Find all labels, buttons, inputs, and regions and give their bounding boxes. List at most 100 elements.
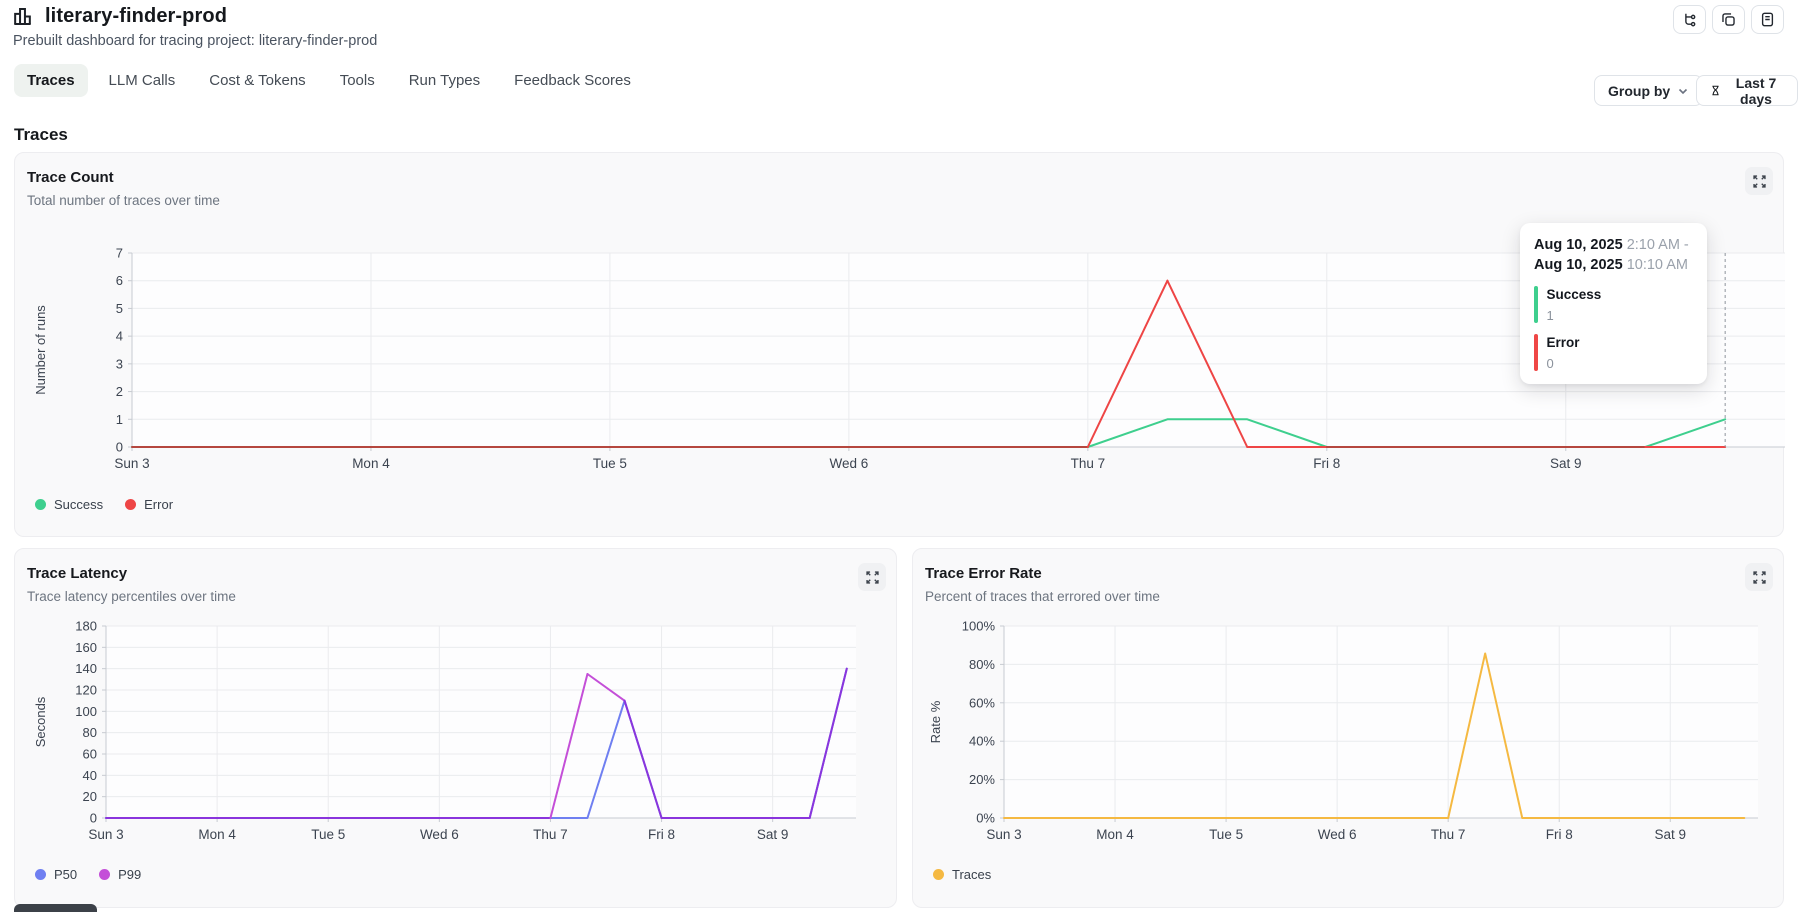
tooltip-date-to: Aug 10, 2025 bbox=[1534, 257, 1623, 273]
notes-icon bbox=[1759, 11, 1776, 28]
page-subtitle: Prebuilt dashboard for tracing project: … bbox=[13, 33, 377, 49]
svg-text:Wed 6: Wed 6 bbox=[829, 456, 868, 471]
chart-subtitle: Total number of traces over time bbox=[27, 193, 220, 208]
chart-tooltip: Aug 10, 2025 2:10 AM - Aug 10, 2025 10:1… bbox=[1520, 223, 1707, 384]
copy-button[interactable] bbox=[1712, 5, 1745, 34]
dashboard-tabs: TracesLLM CallsCost & Tokens ToolsRun Typ… bbox=[14, 64, 644, 97]
svg-text:80%: 80% bbox=[969, 657, 995, 672]
svg-text:5: 5 bbox=[116, 301, 123, 316]
svg-text:Sun 3: Sun 3 bbox=[88, 827, 123, 842]
tooltip-time-to: 10:10 AM bbox=[1627, 257, 1688, 273]
legend-item-error[interactable]: Error bbox=[125, 497, 173, 512]
svg-text:Number of runs: Number of runs bbox=[33, 305, 48, 395]
svg-text:7: 7 bbox=[116, 246, 123, 261]
chart-legend: P50 P99 bbox=[35, 867, 141, 882]
expand-button[interactable] bbox=[858, 563, 886, 591]
svg-text:Thu 7: Thu 7 bbox=[1431, 827, 1466, 842]
tooltip-date-from: Aug 10, 2025 bbox=[1534, 237, 1623, 253]
svg-text:120: 120 bbox=[75, 683, 97, 698]
trace-latency-chart[interactable]: 020406080100120140160180Sun 3Mon 4Tue 5W… bbox=[15, 604, 898, 854]
tab-tools[interactable]: Tools bbox=[327, 64, 388, 97]
chart-title: Trace Latency bbox=[27, 565, 127, 582]
svg-text:20%: 20% bbox=[969, 772, 995, 787]
svg-text:140: 140 bbox=[75, 661, 97, 676]
svg-text:3: 3 bbox=[116, 356, 123, 371]
header-actions bbox=[1673, 5, 1784, 34]
svg-text:180: 180 bbox=[75, 619, 97, 634]
legend-item-success[interactable]: Success bbox=[35, 497, 103, 512]
svg-text:4: 4 bbox=[116, 329, 123, 344]
group-by-label: Group by bbox=[1608, 83, 1670, 99]
svg-text:Tue 5: Tue 5 bbox=[1209, 827, 1243, 842]
notes-button[interactable] bbox=[1751, 5, 1784, 34]
svg-text:0: 0 bbox=[90, 811, 97, 826]
svg-text:6: 6 bbox=[116, 273, 123, 288]
tooltip-time-from: 2:10 AM - bbox=[1627, 237, 1689, 253]
svg-text:100: 100 bbox=[75, 704, 97, 719]
chart-subtitle: Percent of traces that errored over time bbox=[925, 589, 1160, 604]
group-by-button[interactable]: Group by bbox=[1594, 75, 1703, 106]
svg-text:Tue 5: Tue 5 bbox=[593, 456, 627, 471]
chart-legend: Success Error bbox=[35, 497, 173, 512]
trace-error-rate-card: Trace Error Rate Percent of traces that … bbox=[912, 548, 1784, 908]
legend-item-p50[interactable]: P50 bbox=[35, 867, 77, 882]
svg-text:Seconds: Seconds bbox=[33, 696, 48, 747]
time-range-label: Last 7 days bbox=[1728, 75, 1784, 107]
svg-text:Fri 8: Fri 8 bbox=[1313, 456, 1340, 471]
svg-text:Tue 5: Tue 5 bbox=[311, 827, 345, 842]
svg-text:Fri 8: Fri 8 bbox=[1546, 827, 1573, 842]
time-range-button[interactable]: Last 7 days bbox=[1696, 75, 1798, 106]
svg-text:40%: 40% bbox=[969, 734, 995, 749]
tab-feedback-scores[interactable]: Feedback Scores bbox=[501, 64, 644, 97]
chart-title: Trace Error Rate bbox=[925, 565, 1042, 582]
svg-text:Sun 3: Sun 3 bbox=[986, 827, 1021, 842]
svg-text:80: 80 bbox=[83, 725, 97, 740]
page-header: literary-finder-prod bbox=[12, 5, 227, 28]
svg-text:Mon 4: Mon 4 bbox=[198, 827, 236, 842]
svg-text:Wed 6: Wed 6 bbox=[420, 827, 459, 842]
svg-text:60: 60 bbox=[83, 747, 97, 762]
page-title: literary-finder-prod bbox=[45, 5, 227, 28]
trace-latency-card: Trace Latency Trace latency percentiles … bbox=[14, 548, 897, 908]
legend-item-traces[interactable]: Traces bbox=[933, 867, 991, 882]
expand-button[interactable] bbox=[1745, 167, 1773, 195]
section-title: Traces bbox=[14, 125, 68, 145]
legend-item-p99[interactable]: P99 bbox=[99, 867, 141, 882]
tree-view-button[interactable] bbox=[1673, 5, 1706, 34]
svg-text:Mon 4: Mon 4 bbox=[352, 456, 390, 471]
trace-error-rate-chart[interactable]: 0%20%40%60%80%100%Sun 3Mon 4Tue 5Wed 6Th… bbox=[913, 604, 1785, 854]
tab-cost-tokens[interactable]: Cost & Tokens bbox=[196, 64, 318, 97]
expand-icon bbox=[1752, 174, 1767, 189]
tree-icon bbox=[1681, 11, 1698, 28]
svg-text:Rate %: Rate % bbox=[928, 700, 943, 743]
expand-button[interactable] bbox=[1745, 563, 1773, 591]
chart-title: Trace Count bbox=[27, 169, 114, 186]
tooltip-series-row: Error0 bbox=[1534, 334, 1693, 371]
svg-text:0%: 0% bbox=[976, 811, 995, 826]
tab-run-types[interactable]: Run Types bbox=[396, 64, 493, 97]
svg-text:2: 2 bbox=[116, 384, 123, 399]
trace-count-card: Trace Count Total number of traces over … bbox=[14, 152, 1784, 537]
bar-chart-icon bbox=[12, 5, 35, 28]
expand-icon bbox=[1752, 570, 1767, 585]
svg-text:Sat 9: Sat 9 bbox=[1655, 827, 1687, 842]
svg-text:Wed 6: Wed 6 bbox=[1318, 827, 1357, 842]
chart-subtitle: Trace latency percentiles over time bbox=[27, 589, 236, 604]
tab-traces[interactable]: Traces bbox=[14, 64, 88, 97]
svg-text:160: 160 bbox=[75, 640, 97, 655]
svg-text:1: 1 bbox=[116, 412, 123, 427]
svg-text:40: 40 bbox=[83, 768, 97, 783]
svg-text:Thu 7: Thu 7 bbox=[1071, 456, 1106, 471]
tooltip-date-range: Aug 10, 2025 2:10 AM - Aug 10, 2025 10:1… bbox=[1534, 235, 1693, 275]
svg-text:60%: 60% bbox=[969, 695, 995, 710]
svg-text:Fri 8: Fri 8 bbox=[648, 827, 675, 842]
svg-text:0: 0 bbox=[116, 440, 123, 455]
tab-llm-calls[interactable]: LLM Calls bbox=[96, 64, 189, 97]
chart-legend: Traces bbox=[933, 867, 991, 882]
svg-text:Sat 9: Sat 9 bbox=[1550, 456, 1582, 471]
hourglass-icon bbox=[1710, 83, 1721, 98]
tooltip-series-row: Success1 bbox=[1534, 286, 1693, 323]
expand-icon bbox=[865, 570, 880, 585]
svg-text:Sat 9: Sat 9 bbox=[757, 827, 789, 842]
svg-text:100%: 100% bbox=[962, 619, 996, 634]
